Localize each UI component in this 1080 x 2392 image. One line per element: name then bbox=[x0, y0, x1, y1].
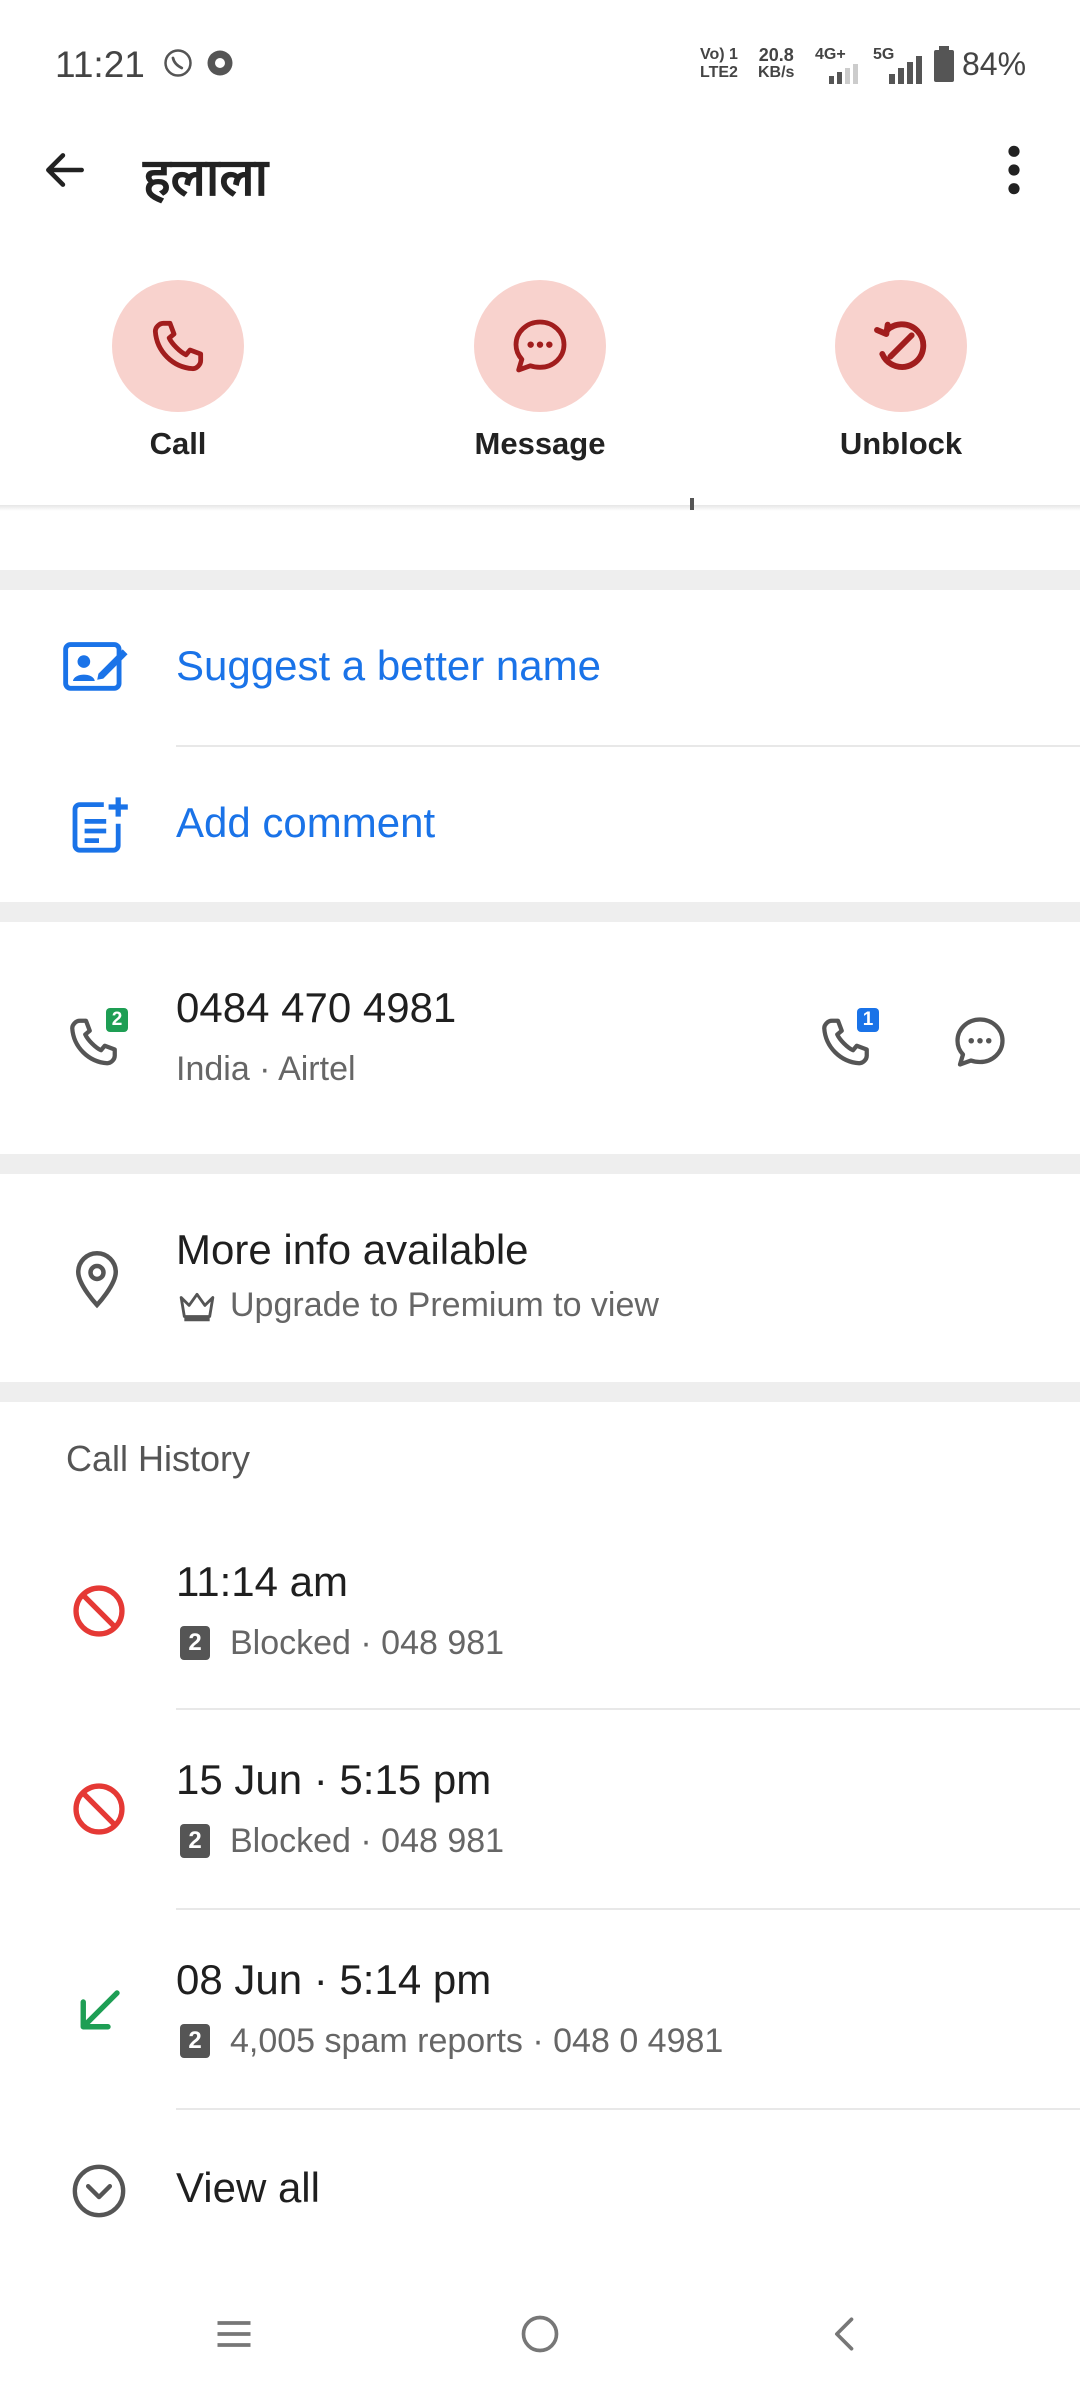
unblock-button[interactable] bbox=[835, 280, 967, 412]
premium-upgrade-text: Upgrade to Premium to view bbox=[230, 1286, 659, 1324]
carrier-info: India · Airtel bbox=[176, 1050, 356, 1088]
message-button[interactable] bbox=[474, 280, 606, 412]
blocked-call-icon bbox=[73, 1585, 125, 1637]
more-info-title: More info available bbox=[176, 1226, 529, 1273]
suggest-name-row[interactable]: Suggest a better name bbox=[0, 590, 1080, 745]
call-time: 11:14 am bbox=[176, 1558, 348, 1605]
net-4g-label: 4G+ bbox=[815, 46, 846, 63]
incoming-call-icon bbox=[80, 1990, 120, 2030]
call-time: 08 Jun · 5:14 pm bbox=[176, 1956, 492, 2003]
location-pin-icon bbox=[75, 1251, 119, 1309]
scroll-remnant bbox=[690, 498, 694, 510]
suggest-name-link[interactable]: Suggest a better name bbox=[176, 642, 601, 690]
message-label: Message bbox=[474, 426, 606, 461]
sms-icon[interactable] bbox=[950, 1012, 1010, 1072]
header-divider bbox=[0, 505, 1080, 511]
sim-badge: 1 bbox=[857, 1008, 879, 1032]
more-options-icon[interactable] bbox=[995, 142, 1033, 198]
phone-number-row[interactable]: 2 0484 470 4981 India · Airtel 1 bbox=[0, 922, 1080, 1154]
edit-card-icon bbox=[63, 642, 128, 691]
call-time: 15 Jun · 5:15 pm bbox=[176, 1756, 492, 1803]
phone-icon bbox=[152, 320, 204, 372]
network-speed: 20.8 KB/s bbox=[758, 45, 795, 81]
call-history-item[interactable]: 15 Jun · 5:15 pm 2 Blocked · 048 981 bbox=[0, 1710, 1080, 1908]
blocked-call-icon bbox=[73, 1783, 125, 1835]
unblock-icon bbox=[874, 321, 927, 370]
back-nav-icon[interactable] bbox=[824, 2312, 868, 2356]
whatsapp-icon bbox=[164, 49, 192, 77]
more-info-row[interactable]: More info available Upgrade to Premium t… bbox=[0, 1174, 1080, 1382]
signal-sim1-icon bbox=[889, 56, 922, 84]
battery-percent: 84% bbox=[962, 46, 1027, 82]
unblock-label: Unblock bbox=[839, 426, 963, 461]
section-divider bbox=[0, 570, 1080, 590]
sim-badge: 2 bbox=[180, 1824, 210, 1858]
section-divider bbox=[0, 1154, 1080, 1174]
battery-icon bbox=[934, 46, 954, 82]
message-bubble-icon bbox=[513, 319, 567, 373]
section-divider bbox=[0, 1382, 1080, 1402]
phone-number: 0484 470 4981 bbox=[176, 984, 457, 1031]
message-action[interactable]: Message bbox=[410, 280, 670, 462]
signal-sim2-icon bbox=[829, 64, 858, 84]
call-detail: Blocked · 048 981 bbox=[230, 1822, 505, 1860]
call-button[interactable] bbox=[112, 280, 244, 412]
chevron-down-circle-icon bbox=[72, 2164, 126, 2218]
sim-badge: 2 bbox=[180, 1626, 210, 1660]
view-all-link[interactable]: View all bbox=[176, 2164, 320, 2212]
volte-indicator: Vo) 1 LTE2 bbox=[700, 46, 738, 81]
sim-badge: 2 bbox=[106, 1008, 128, 1032]
contact-title: हलाला bbox=[143, 148, 269, 208]
back-arrow-icon[interactable] bbox=[40, 145, 90, 195]
view-all-row[interactable]: View all bbox=[0, 2110, 1080, 2275]
call-history-title: Call History bbox=[66, 1438, 251, 1479]
call-detail: Blocked · 048 981 bbox=[230, 1624, 505, 1662]
unblock-action[interactable]: Unblock bbox=[771, 280, 1031, 462]
section-divider bbox=[0, 902, 1080, 922]
add-comment-row[interactable]: Add comment bbox=[0, 747, 1080, 902]
recent-apps-icon[interactable] bbox=[212, 2312, 256, 2356]
add-comment-link[interactable]: Add comment bbox=[176, 799, 435, 847]
status-time: 11:21 bbox=[55, 44, 145, 85]
call-history-item[interactable]: 08 Jun · 5:14 pm 2 4,005 spam reports · … bbox=[0, 1910, 1080, 2108]
call-label: Call bbox=[149, 426, 207, 461]
home-icon[interactable] bbox=[518, 2312, 562, 2356]
call-action[interactable]: Call bbox=[48, 280, 308, 462]
crown-icon bbox=[179, 1292, 215, 1322]
call-history-item[interactable]: 11:14 am 2 Blocked · 048 981 bbox=[0, 1510, 1080, 1708]
call-detail: 4,005 spam reports · 048 0 4981 bbox=[230, 2022, 724, 2060]
chrome-icon bbox=[207, 50, 233, 76]
sim-badge: 2 bbox=[180, 2024, 210, 2058]
add-comment-icon bbox=[72, 797, 128, 853]
